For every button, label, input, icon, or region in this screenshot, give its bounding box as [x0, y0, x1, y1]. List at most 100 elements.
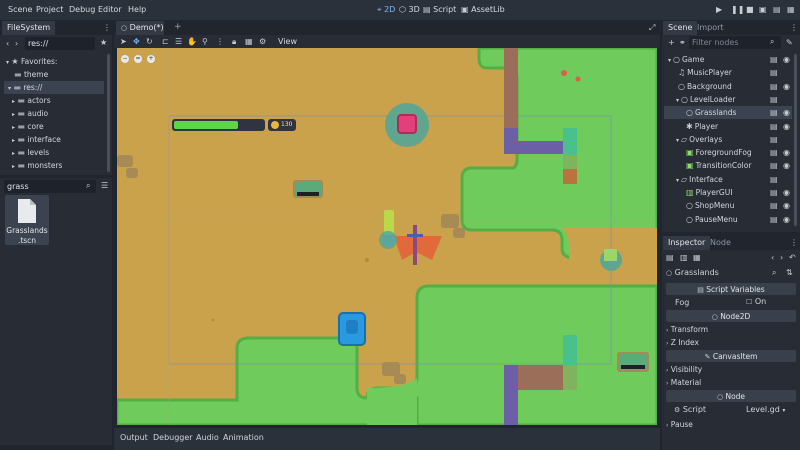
tree-scrollbar[interactable] — [107, 54, 110, 172]
script-icon[interactable]: ▤ — [770, 175, 778, 184]
tab-import[interactable]: Import — [692, 21, 729, 35]
script-icon[interactable]: ▤ — [770, 202, 778, 210]
canvasitem-section[interactable]: ✎ CanvasItem — [666, 350, 796, 362]
folder-row-interface[interactable]: ▸ ▬ interface — [12, 133, 104, 146]
visibility-eye-icon[interactable]: ◉ — [783, 82, 790, 91]
lock-icon[interactable]: 🔒︎ — [232, 38, 236, 46]
kebab-menu-icon[interactable]: ⋮ — [103, 24, 111, 32]
scene-node-background[interactable]: ○ Background ◉ ▤ — [664, 80, 792, 93]
script-resource-field[interactable]: Level.gd ▾ — [746, 406, 785, 414]
script-icon[interactable]: ▤ — [770, 69, 778, 77]
filter-nodes-input[interactable]: Filter nodes ⌕ — [689, 36, 781, 49]
chevron-down-icon[interactable]: ▾ — [676, 177, 679, 184]
script-icon[interactable]: ▤ — [770, 215, 778, 224]
folder-row-monsters[interactable]: ▸ ▬ monsters — [12, 159, 104, 172]
new-resource-icon[interactable]: ▤ — [666, 254, 674, 262]
folder-row-actors[interactable]: ▸ ▬ actors — [12, 94, 104, 107]
fog-checkbox[interactable]: ☐ On — [746, 298, 766, 309]
scene-node-playergui[interactable]: ▥ PlayerGUI ◉ ▤ — [664, 186, 792, 199]
script-icon[interactable]: ▤ — [770, 122, 778, 131]
group-icon[interactable]: ▦ — [245, 38, 253, 46]
tab-audio[interactable]: Audio — [196, 434, 219, 442]
remote-debug-icon[interactable]: ▦ — [787, 6, 795, 14]
scene-node-interface[interactable]: ▾ ▱ Interface ▤ — [664, 173, 792, 186]
chevron-down-icon[interactable]: ▾ — [668, 58, 671, 64]
history-icon[interactable]: ↶ — [789, 254, 796, 262]
distraction-free-icon[interactable]: ⤢ — [649, 24, 655, 32]
history-back-icon[interactable]: ‹ — [771, 254, 774, 262]
snap-icon[interactable]: ⚲ — [202, 38, 208, 46]
zoom-in-icon[interactable]: + — [147, 55, 155, 63]
folder-row-levels[interactable]: ▸ ▬ levels — [12, 146, 104, 159]
treasure-box-left[interactable] — [293, 180, 323, 198]
z-index-group[interactable]: › Z Index — [666, 336, 794, 349]
save-resource-icon[interactable]: ▦ — [693, 254, 701, 262]
scene-node-game[interactable]: ▾ ○ Game ◉ ▤ — [664, 53, 792, 66]
link-icon[interactable]: ⚭ — [679, 39, 686, 47]
favorite-star-icon[interactable]: ★ — [100, 39, 107, 47]
move-tool-icon[interactable]: ✥ — [133, 38, 140, 46]
script-icon[interactable]: ▤ — [770, 162, 778, 170]
script-icon[interactable]: ▤ — [770, 109, 778, 117]
visibility-eye-icon[interactable]: ◉ — [783, 215, 790, 224]
script-icon[interactable]: ▤ — [770, 149, 778, 157]
tab-debugger[interactable]: Debugger — [153, 434, 193, 442]
script-variables-section[interactable]: ▤ Script Variables — [666, 283, 796, 295]
stop-icon[interactable]: ■ — [746, 6, 754, 14]
visibility-group[interactable]: › Visibility — [666, 363, 794, 376]
scene-tree-scrollbar[interactable] — [794, 54, 797, 226]
script-icon[interactable]: ▤ — [770, 56, 778, 64]
treasure-chest[interactable] — [397, 114, 417, 134]
tab-demo-scene[interactable]: ○ Demo(*) — [116, 21, 164, 35]
chevron-down-icon[interactable]: ▾ — [676, 97, 679, 104]
path-field[interactable]: res:// — [25, 37, 95, 50]
favorite-item-theme[interactable]: ▬ theme — [14, 68, 104, 81]
scene-node-pausemenu[interactable]: ○ PauseMenu ◉ ▤ — [664, 213, 792, 226]
list-view-icon[interactable]: ☰ — [101, 182, 108, 190]
back-arrow-icon[interactable]: ‹ — [6, 40, 9, 48]
script-icon[interactable]: ▤ — [770, 82, 778, 91]
favorites-header[interactable]: ▾ ★ Favorites: — [6, 55, 106, 68]
play-scene-icon[interactable]: ▣ — [759, 6, 767, 14]
tab-inspector[interactable]: Inspector — [663, 236, 711, 250]
pause-icon[interactable]: ❚❚ — [731, 6, 744, 14]
zoom-out-icon[interactable]: − — [121, 55, 129, 63]
scene-node-grasslands[interactable]: ○ Grasslands ◉ ▤ — [664, 106, 792, 120]
rotate-tool-icon[interactable]: ↻ — [146, 38, 153, 46]
play-custom-scene-icon[interactable]: ▤ — [773, 6, 781, 14]
forward-arrow-icon[interactable]: › — [15, 40, 18, 48]
scene-node-foregroundfog[interactable]: ▣ ForegroundFog ◉ ▤ — [664, 146, 792, 159]
tab-node[interactable]: Node — [705, 236, 736, 250]
grid-icon[interactable]: ⋮ — [216, 38, 224, 46]
pan-tool-icon[interactable]: ✋ — [187, 38, 197, 46]
select-tool-icon[interactable]: ➤ — [120, 38, 127, 46]
history-forward-icon[interactable]: › — [780, 254, 783, 262]
scene-node-transitioncolor[interactable]: ▣ TransitionColor ◉ ▤ — [664, 159, 792, 172]
menu-debug[interactable]: Debug — [69, 6, 95, 14]
menu-editor[interactable]: Editor — [98, 6, 122, 14]
menu-project[interactable]: Project — [36, 6, 63, 14]
script-icon[interactable]: ▤ — [770, 189, 778, 197]
workspace-script-button[interactable]: ▤ Script — [423, 6, 456, 14]
zoom-reset-icon[interactable]: = — [134, 55, 142, 63]
material-group[interactable]: › Material — [666, 376, 794, 389]
object-menu-icon[interactable]: ⇅ — [786, 269, 793, 277]
add-node-icon[interactable]: + — [668, 39, 675, 47]
root-folder-row[interactable]: ▾ ▬ res:// — [4, 81, 104, 94]
scene-node-overlays[interactable]: ▾ ▱ Overlays ▤ — [664, 133, 792, 146]
tab-animation[interactable]: Animation — [223, 434, 264, 442]
add-scene-tab-button[interactable]: + — [174, 23, 182, 32]
script-icon[interactable]: ▤ — [770, 135, 778, 144]
visibility-eye-icon[interactable]: ◉ — [783, 149, 790, 157]
skeleton-icon[interactable]: ⚙ — [259, 38, 266, 46]
tab-filesystem[interactable]: FileSystem — [2, 21, 56, 35]
folder-row-core[interactable]: ▸ ▬ core — [12, 120, 104, 133]
treasure-box-right[interactable] — [617, 352, 649, 372]
split-divider[interactable] — [0, 175, 112, 178]
visibility-eye-icon[interactable]: ◉ — [783, 162, 790, 170]
chevron-down-icon[interactable]: ▾ — [676, 137, 679, 144]
node-section[interactable]: ○ Node — [666, 390, 796, 402]
npc-character[interactable] — [338, 312, 366, 346]
visibility-eye-icon[interactable]: ◉ — [783, 189, 790, 197]
search-icon[interactable]: ⌕ — [772, 269, 776, 277]
